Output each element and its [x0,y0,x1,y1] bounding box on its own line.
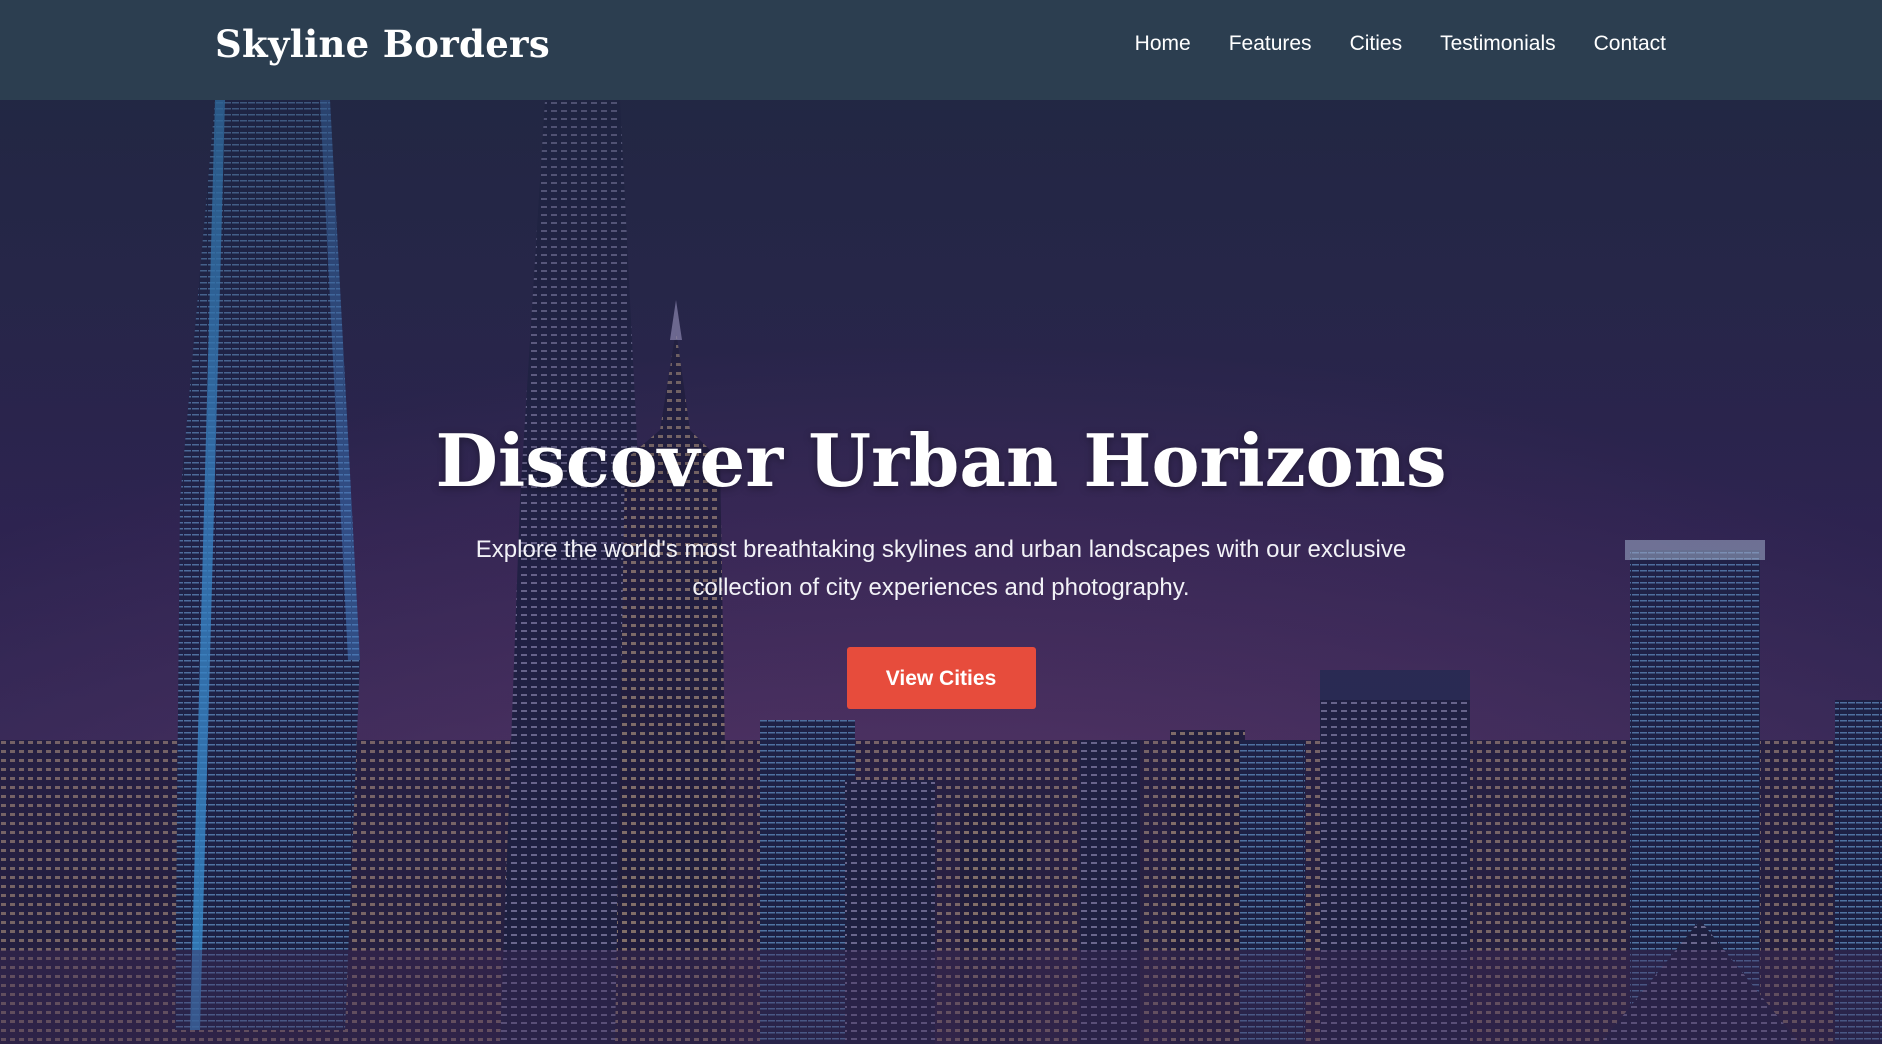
hero-title: Discover Urban Horizons [435,418,1447,503]
hero-content: Discover Urban Horizons Explore the worl… [0,418,1882,709]
nav-link-contact[interactable]: Contact [1594,32,1666,56]
hero-section: Discover Urban Horizons Explore the worl… [0,100,1882,1044]
hero-subtitle: Explore the world's most breathtaking sk… [475,535,1407,601]
view-cities-button[interactable]: View Cities [846,646,1036,709]
nav-link-cities[interactable]: Cities [1350,32,1403,56]
nav-link-testimonials[interactable]: Testimonials [1440,32,1556,56]
site-logo[interactable]: Skyline Borders [215,22,550,66]
nav-link-home[interactable]: Home [1135,32,1191,56]
nav-link-features[interactable]: Features [1229,32,1312,56]
main-nav: Home Features Cities Testimonials Contac… [1135,32,1666,56]
navbar: Skyline Borders Home Features Cities Tes… [0,0,1882,100]
